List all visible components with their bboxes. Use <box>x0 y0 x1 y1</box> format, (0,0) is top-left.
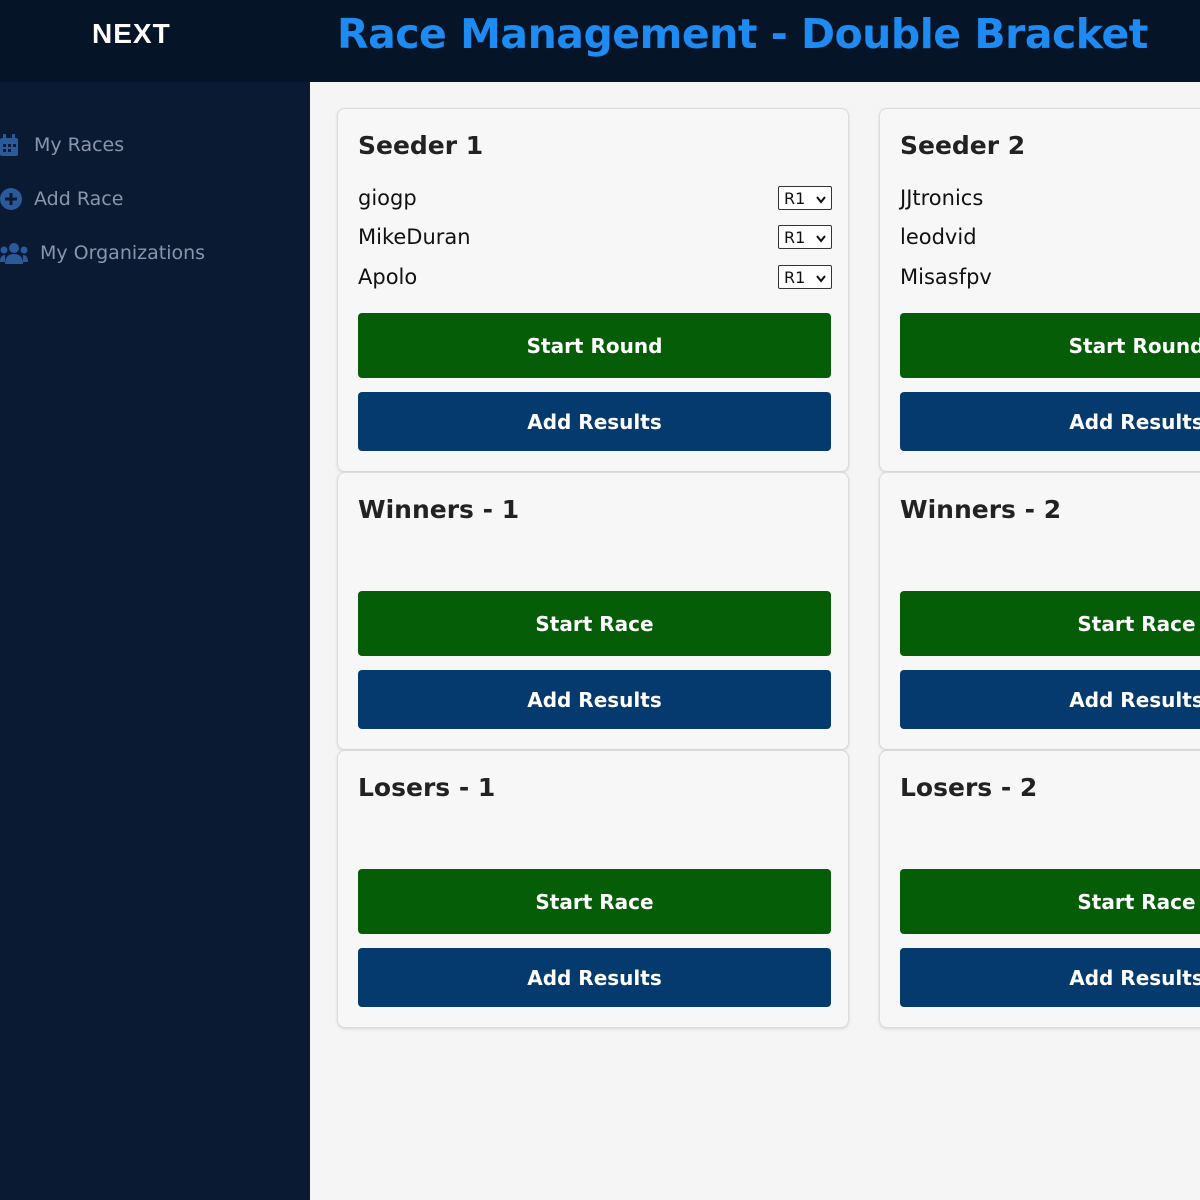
page-title: Race Management - Double Bracket <box>337 10 1148 58</box>
racer-row: Apolo R1 <box>358 259 832 295</box>
racer-row: Misasfpv <box>900 259 1200 295</box>
add-results-button[interactable]: Add Results <box>900 670 1200 729</box>
users-icon <box>0 242 36 264</box>
chevron-down-icon <box>816 268 826 287</box>
start-race-button[interactable]: Start Race <box>358 591 831 656</box>
top-header: Race Management - Double Bracket <box>310 0 1200 82</box>
bracket-card-winners-1: Winners - 1 Start Race Add Results <box>337 472 849 750</box>
card-title: Seeder 1 <box>358 131 484 160</box>
round-select[interactable]: R1 <box>778 186 832 210</box>
calendar-icon <box>0 134 30 156</box>
bracket-content: Seeder 1 giogp R1 MikeDuran R1 Apolo R1 <box>310 82 1200 1200</box>
racer-name: giogp <box>358 186 417 210</box>
racer-name: Apolo <box>358 265 418 289</box>
sidebar-item-add-race[interactable]: Add Race <box>0 172 310 226</box>
add-results-button[interactable]: Add Results <box>358 948 831 1007</box>
round-select[interactable]: R1 <box>778 225 832 249</box>
racer-name: MikeDuran <box>358 225 471 249</box>
racer-row: MikeDuran R1 <box>358 219 832 255</box>
bracket-card-seeder-2: Seeder 2 JJtronics leodvid Misasfpv Star… <box>879 108 1200 472</box>
sidebar: NEXT My Races Add Race My Organizations <box>0 0 310 1200</box>
bracket-card-losers-2: Losers - 2 Start Race Add Results <box>879 750 1200 1028</box>
racer-row: giogp R1 <box>358 180 832 216</box>
card-title: Losers - 1 <box>358 773 496 802</box>
sidebar-item-label: My Organizations <box>40 242 206 264</box>
racer-name: leodvid <box>900 225 977 249</box>
add-results-button[interactable]: Add Results <box>900 392 1200 451</box>
add-results-button[interactable]: Add Results <box>900 948 1200 1007</box>
racer-name: JJtronics <box>900 186 984 210</box>
add-results-button[interactable]: Add Results <box>358 392 831 451</box>
start-round-button[interactable]: Start Round <box>900 313 1200 378</box>
round-select-value: R1 <box>784 267 806 287</box>
start-race-button[interactable]: Start Race <box>900 591 1200 656</box>
bracket-card-losers-1: Losers - 1 Start Race Add Results <box>337 750 849 1028</box>
bracket-card-winners-2: Winners - 2 Start Race Add Results <box>879 472 1200 750</box>
sidebar-item-my-races[interactable]: My Races <box>0 118 310 172</box>
add-results-button[interactable]: Add Results <box>358 670 831 729</box>
round-select-value: R1 <box>784 188 806 208</box>
start-race-button[interactable]: Start Race <box>900 869 1200 934</box>
racer-row: leodvid <box>900 219 1200 255</box>
app-logo[interactable]: NEXT <box>92 18 171 50</box>
bracket-card-seeder-1: Seeder 1 giogp R1 MikeDuran R1 Apolo R1 <box>337 108 849 472</box>
card-title: Seeder 2 <box>900 131 1026 160</box>
chevron-down-icon <box>816 228 826 247</box>
racer-row: JJtronics <box>900 180 1200 216</box>
start-race-button[interactable]: Start Race <box>358 869 831 934</box>
start-round-button[interactable]: Start Round <box>358 313 831 378</box>
round-select[interactable]: R1 <box>778 265 832 289</box>
sidebar-header: NEXT <box>0 0 310 82</box>
sidebar-item-label: My Races <box>34 134 125 156</box>
sidebar-nav: My Races Add Race My Organizations <box>0 118 310 280</box>
card-title: Losers - 2 <box>900 773 1038 802</box>
plus-circle-icon <box>0 188 30 210</box>
racer-name: Misasfpv <box>900 265 992 289</box>
card-title: Winners - 2 <box>900 495 1062 524</box>
round-select-value: R1 <box>784 227 806 247</box>
sidebar-item-label: Add Race <box>34 188 124 210</box>
sidebar-item-my-organizations[interactable]: My Organizations <box>0 226 310 280</box>
chevron-down-icon <box>816 189 826 208</box>
card-title: Winners - 1 <box>358 495 520 524</box>
